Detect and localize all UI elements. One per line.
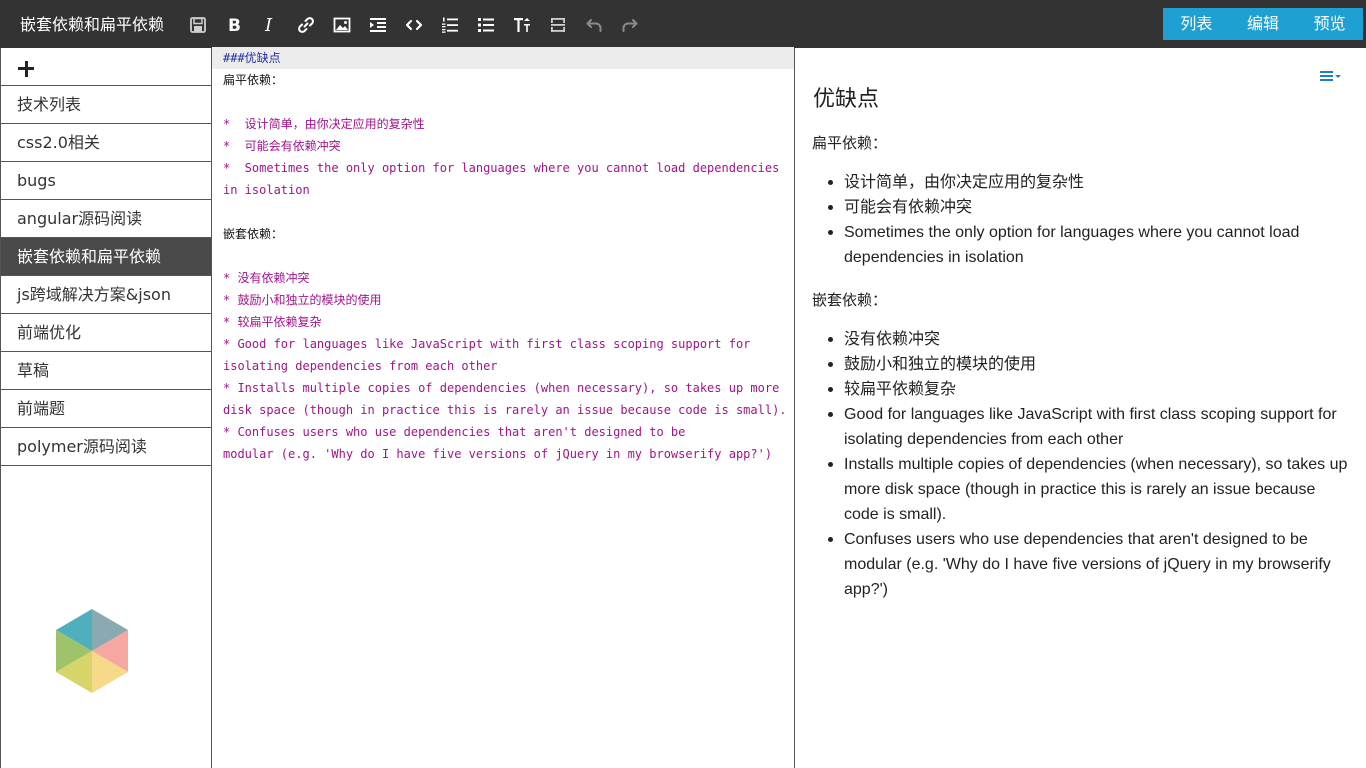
list-item: Confuses users who use dependencies that… xyxy=(820,527,1350,602)
sidebar: 技术列表 css2.0相关 bugs angular源码阅读 嵌套依赖和扁平依赖… xyxy=(0,48,212,768)
editor-line[interactable]: isolating dependencies from each other xyxy=(212,355,794,377)
editor-line[interactable]: 扁平依赖： xyxy=(212,69,794,91)
undo-icon[interactable] xyxy=(576,12,612,38)
bold-icon[interactable]: B xyxy=(216,12,252,38)
top-bar: 嵌套依赖和扁平依赖 B I 列表 编辑 预览 xyxy=(0,0,1366,48)
list-item: 鼓励小和独立的模块的使用 xyxy=(820,352,1350,377)
link-icon[interactable] xyxy=(288,12,324,38)
editor-line[interactable]: 嵌套依赖： xyxy=(212,223,794,245)
redo-icon[interactable] xyxy=(612,12,648,38)
toc-menu-icon[interactable] xyxy=(1320,68,1342,84)
editor-line[interactable]: * 较扁平依赖复杂 xyxy=(212,311,794,333)
code-icon[interactable] xyxy=(396,12,432,38)
heading-icon[interactable] xyxy=(504,12,540,38)
view-switch: 列表 编辑 预览 xyxy=(1163,8,1363,40)
editor-line[interactable]: * 可能会有依赖冲突 xyxy=(212,135,794,157)
preview-nested-list: 没有依赖冲突 鼓励小和独立的模块的使用 较扁平依赖复杂 Good for lan… xyxy=(820,327,1350,602)
editor-line[interactable]: * 鼓励小和独立的模块的使用 xyxy=(212,289,794,311)
sidebar-item-drafts[interactable]: 草稿 xyxy=(1,352,211,390)
preview-flat-list: 设计简单，由你决定应用的复杂性 可能会有依赖冲突 Sometimes the o… xyxy=(820,170,1350,270)
sidebar-item-bugs[interactable]: bugs xyxy=(1,162,211,200)
unordered-list-icon[interactable] xyxy=(468,12,504,38)
preview-nested-label: 嵌套依赖： xyxy=(812,291,888,309)
horizontal-rule-icon[interactable] xyxy=(540,12,576,38)
editor-line[interactable] xyxy=(212,201,794,223)
editor-line[interactable]: in isolation xyxy=(212,179,794,201)
markdown-preview: 优缺点 扁平依赖： 设计简单，由你决定应用的复杂性 可能会有依赖冲突 Somet… xyxy=(796,48,1366,768)
preview-heading: 优缺点 xyxy=(813,87,880,112)
sidebar-item-css2[interactable]: css2.0相关 xyxy=(1,124,211,162)
editor-line[interactable]: * 设计简单，由你决定应用的复杂性 xyxy=(212,113,794,135)
markdown-editor[interactable]: ###优缺点 扁平依赖： * 设计简单，由你决定应用的复杂性 * 可能会有依赖冲… xyxy=(212,47,795,768)
sidebar-item-nested-flat-deps[interactable]: 嵌套依赖和扁平依赖 xyxy=(1,238,211,276)
editor-line[interactable] xyxy=(212,245,794,267)
preview-view-button[interactable]: 预览 xyxy=(1296,8,1363,40)
list-item: Sometimes the only option for languages … xyxy=(820,220,1350,270)
ordered-list-icon[interactable] xyxy=(432,12,468,38)
list-item: 可能会有依赖冲突 xyxy=(820,195,1350,220)
list-item: 较扁平依赖复杂 xyxy=(820,377,1350,402)
sidebar-item-polymer-source[interactable]: polymer源码阅读 xyxy=(1,428,211,466)
svg-text:I: I xyxy=(264,16,273,34)
edit-view-button[interactable]: 编辑 xyxy=(1230,8,1297,40)
editor-line[interactable]: * Confuses users who use dependencies th… xyxy=(212,421,794,443)
add-note-button[interactable] xyxy=(1,48,211,86)
list-view-button[interactable]: 列表 xyxy=(1163,8,1230,40)
list-item: 设计简单，由你决定应用的复杂性 xyxy=(820,170,1350,195)
save-icon[interactable] xyxy=(180,12,216,38)
editor-line[interactable]: * 没有依赖冲突 xyxy=(212,267,794,289)
editor-line[interactable]: * Installs multiple copies of dependenci… xyxy=(212,377,794,399)
list-item: Installs multiple copies of dependencies… xyxy=(820,452,1350,527)
editor-line[interactable]: modular (e.g. 'Why do I have five versio… xyxy=(212,443,794,465)
italic-icon[interactable]: I xyxy=(252,12,288,38)
editor-line[interactable]: ###优缺点 xyxy=(212,47,794,69)
list-item: 没有依赖冲突 xyxy=(820,327,1350,352)
image-icon[interactable] xyxy=(324,12,360,38)
list-item: Good for languages like JavaScript with … xyxy=(820,402,1350,452)
sidebar-item-frontend-optimization[interactable]: 前端优化 xyxy=(1,314,211,352)
document-title: 嵌套依赖和扁平依赖 xyxy=(20,15,165,34)
sidebar-item-tech-list[interactable]: 技术列表 xyxy=(1,86,211,124)
formatting-toolbar: B I xyxy=(180,12,648,38)
sidebar-item-frontend-questions[interactable]: 前端题 xyxy=(1,390,211,428)
editor-line[interactable]: * Sometimes the only option for language… xyxy=(212,157,794,179)
sidebar-item-angular-source[interactable]: angular源码阅读 xyxy=(1,200,211,238)
svg-text:B: B xyxy=(228,16,241,34)
editor-line[interactable] xyxy=(212,91,794,113)
editor-line[interactable]: disk space (though in practice this is r… xyxy=(212,399,794,421)
preview-flat-label: 扁平依赖： xyxy=(812,134,888,152)
editor-line[interactable]: * Good for languages like JavaScript wit… xyxy=(212,333,794,355)
app-logo xyxy=(55,608,129,694)
indent-icon[interactable] xyxy=(360,12,396,38)
sidebar-item-js-cross-domain[interactable]: js跨域解决方案&json xyxy=(1,276,211,314)
